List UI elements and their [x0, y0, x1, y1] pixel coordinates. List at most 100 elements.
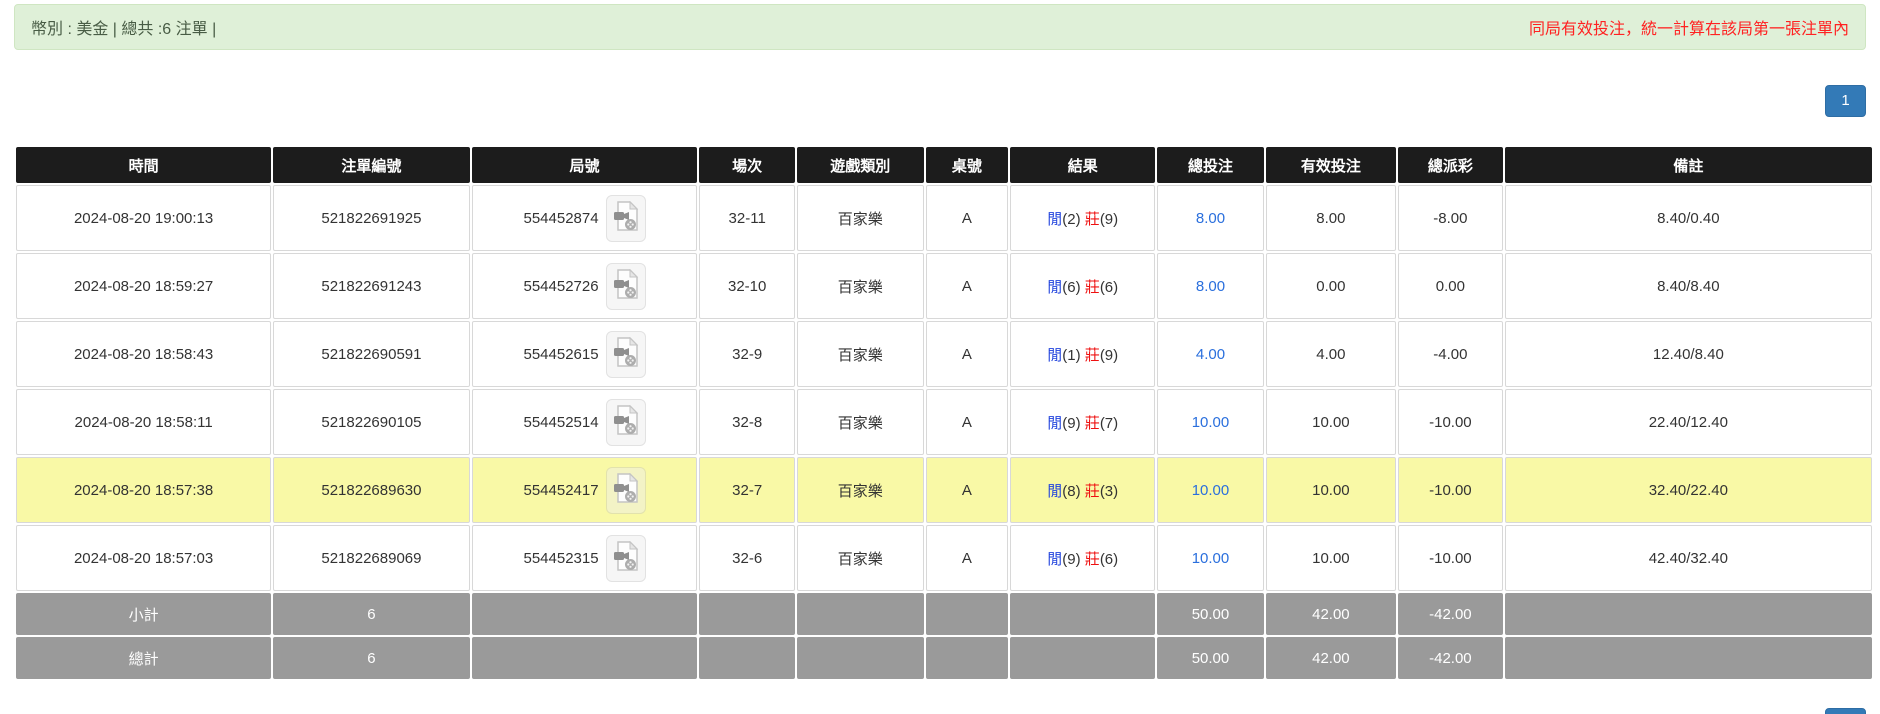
- pagination-top: 1: [14, 85, 1866, 117]
- subtotal-valid-bet: 42.00: [1265, 593, 1397, 635]
- cell-time: 2024-08-20 18:58:43: [16, 321, 272, 387]
- cell-table-no: A: [925, 525, 1009, 591]
- banker-label: 莊: [1084, 482, 1100, 500]
- cell-table-no: A: [925, 253, 1009, 319]
- player-score: (9): [1062, 414, 1085, 432]
- cell-round-id: 554452615: [471, 321, 698, 387]
- table-header: 時間 注單編號 局號 場次 遊戲類別 桌號 結果 總投注 有效投注 總派彩 備註: [16, 147, 1872, 183]
- player-score: (9): [1062, 550, 1085, 568]
- subtotal-empty: [796, 593, 924, 635]
- cell-remark: 22.40/12.40: [1504, 389, 1872, 455]
- total-total-bet: 50.00: [1157, 637, 1264, 679]
- total-bet-link[interactable]: 10.00: [1192, 414, 1230, 431]
- cell-session: 32-8: [699, 389, 795, 455]
- video-replay-button[interactable]: [605, 194, 646, 242]
- cell-remark: 32.40/22.40: [1504, 457, 1872, 523]
- round-number: 554452417: [523, 481, 599, 499]
- cell-bet-id: 521822689069: [273, 525, 470, 591]
- player-label: 閒: [1047, 346, 1063, 364]
- total-bet-link[interactable]: 8.00: [1196, 210, 1225, 227]
- table-row: 2024-08-20 18:59:27 521822691243 554452726…: [16, 253, 1872, 319]
- cell-table-no: A: [925, 185, 1009, 251]
- video-replay-button[interactable]: [605, 466, 646, 514]
- cell-game-type: 百家樂: [796, 389, 924, 455]
- cell-game-type: 百家樂: [796, 185, 924, 251]
- column-header-round-id: 局號: [471, 147, 698, 183]
- cell-total-payout: -4.00: [1398, 321, 1503, 387]
- subtotal-count: 6: [273, 593, 470, 635]
- banker-score: (6): [1099, 550, 1119, 568]
- banker-score: (3): [1099, 482, 1119, 500]
- subtotal-empty: [1010, 593, 1156, 635]
- total-empty: [1010, 637, 1156, 679]
- cell-session: 32-10: [699, 253, 795, 319]
- video-record-icon: [613, 472, 639, 507]
- cell-result: 閒(6) 莊(6): [1010, 253, 1156, 319]
- cell-remark: 42.40/32.40: [1504, 525, 1872, 591]
- cell-table-no: A: [925, 321, 1009, 387]
- subtotal-empty: [471, 593, 698, 635]
- total-payout: -42.00: [1398, 637, 1503, 679]
- video-record-icon: [613, 268, 639, 303]
- cell-valid-bet: 10.00: [1265, 525, 1397, 591]
- round-number: 554452874: [523, 209, 599, 227]
- subtotal-remark-empty: [1504, 593, 1872, 635]
- cell-time: 2024-08-20 18:57:38: [16, 457, 272, 523]
- subtotal-row: 小計 6 50.00 42.00 -42.00: [16, 593, 1872, 635]
- total-bet-link[interactable]: 10.00: [1192, 550, 1230, 567]
- banker-label: 莊: [1084, 414, 1100, 432]
- cell-result: 閒(1) 莊(9): [1010, 321, 1156, 387]
- cell-bet-id: 521822691243: [273, 253, 470, 319]
- currency-summary: 幣別 : 美金 | 總共 :6 注單 |: [31, 21, 217, 38]
- cell-valid-bet: 10.00: [1265, 457, 1397, 523]
- banker-label: 莊: [1084, 346, 1100, 364]
- cell-time: 2024-08-20 18:58:11: [16, 389, 272, 455]
- cell-total-bet: 4.00: [1157, 321, 1264, 387]
- round-number: 554452726: [523, 277, 599, 295]
- cell-round-id: 554452874: [471, 185, 698, 251]
- cell-game-type: 百家樂: [796, 457, 924, 523]
- total-remark-empty: [1504, 637, 1872, 679]
- table-footer: 小計 6 50.00 42.00 -42.00 總計 6 50.00 42.00 -42.00: [16, 593, 1872, 679]
- cell-round-id: 554452514: [471, 389, 698, 455]
- subtotal-payout: -42.00: [1398, 593, 1503, 635]
- round-cell: 554452726: [523, 262, 646, 310]
- table-row: 2024-08-20 18:58:11 521822690105 554452514…: [16, 389, 1872, 455]
- round-cell: 554452874: [523, 194, 646, 242]
- total-bet-link[interactable]: 4.00: [1196, 346, 1225, 363]
- cell-result: 閒(8) 莊(3): [1010, 457, 1156, 523]
- page-1-button[interactable]: 1: [1825, 85, 1866, 117]
- summary-bar: 幣別 : 美金 | 總共 :6 注單 | 同局有效投注，統一計算在該局第一張注單…: [14, 4, 1866, 50]
- subtotal-empty: [699, 593, 795, 635]
- cell-total-payout: -8.00: [1398, 185, 1503, 251]
- bet-records-table: 時間 注單編號 局號 場次 遊戲類別 桌號 結果 總投注 有效投注 總派彩 備註 2024-08-2…: [14, 145, 1874, 681]
- cell-total-bet: 10.00: [1157, 525, 1264, 591]
- column-header-table-no: 桌號: [925, 147, 1009, 183]
- total-valid-bet: 42.00: [1265, 637, 1397, 679]
- video-record-icon: [613, 404, 639, 439]
- table-row: 2024-08-20 18:58:43 521822690591 554452615…: [16, 321, 1872, 387]
- video-replay-button[interactable]: [605, 534, 646, 582]
- cell-total-bet: 8.00: [1157, 185, 1264, 251]
- cell-bet-id: 521822691925: [273, 185, 470, 251]
- round-number: 554452615: [523, 345, 599, 363]
- total-bet-link[interactable]: 10.00: [1192, 482, 1230, 499]
- cell-game-type: 百家樂: [796, 253, 924, 319]
- video-replay-button[interactable]: [605, 262, 646, 310]
- cell-session: 32-7: [699, 457, 795, 523]
- cell-table-no: A: [925, 457, 1009, 523]
- cell-session: 32-9: [699, 321, 795, 387]
- total-bet-link[interactable]: 8.00: [1196, 278, 1225, 295]
- player-label: 閒: [1047, 414, 1063, 432]
- banker-label: 莊: [1084, 550, 1100, 568]
- video-replay-button[interactable]: [605, 398, 646, 446]
- bet-records-table-wrap: 時間 注單編號 局號 場次 遊戲類別 桌號 結果 總投注 有效投注 總派彩 備註 2024-08-2…: [14, 145, 1874, 681]
- video-replay-button[interactable]: [605, 330, 646, 378]
- cell-result: 閒(9) 莊(6): [1010, 525, 1156, 591]
- player-score: (6): [1062, 278, 1085, 296]
- video-record-icon: [613, 336, 639, 371]
- table-row: 2024-08-20 18:57:03 521822689069 554452315…: [16, 525, 1872, 591]
- cell-round-id: 554452417: [471, 457, 698, 523]
- cell-remark: 12.40/8.40: [1504, 321, 1872, 387]
- page-1-button-bottom[interactable]: 1: [1825, 708, 1866, 714]
